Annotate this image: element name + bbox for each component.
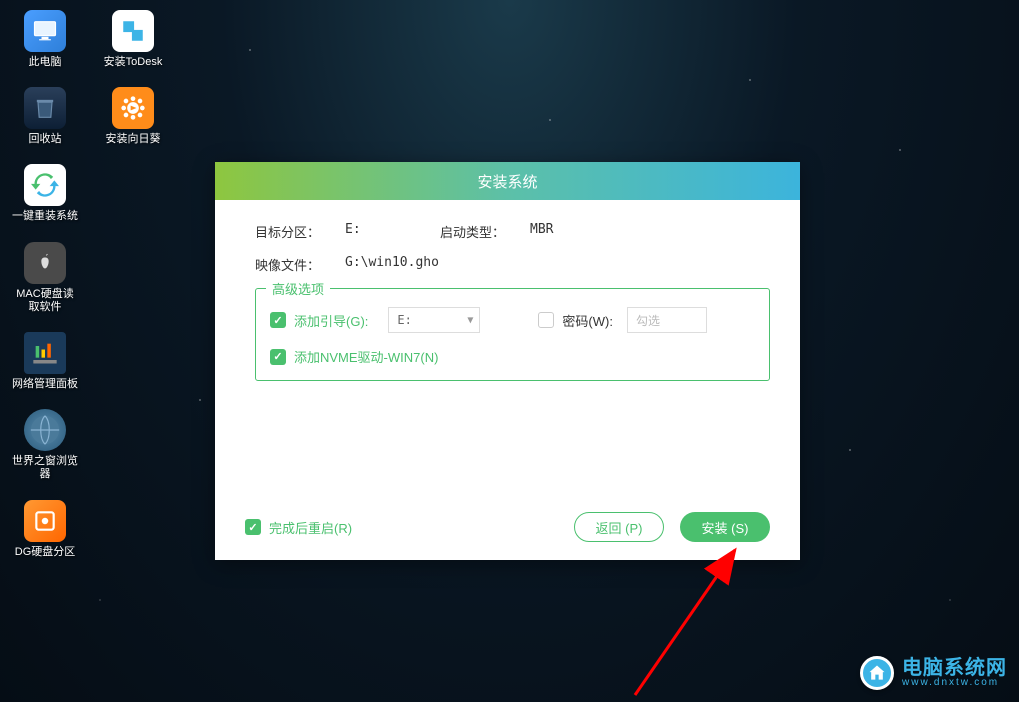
icon-label: 此电脑 bbox=[29, 56, 62, 69]
password-checkbox[interactable] bbox=[538, 312, 554, 328]
disk-icon bbox=[24, 500, 66, 542]
add-boot-checkbox[interactable]: ✓ bbox=[270, 312, 286, 328]
image-file-label: 映像文件： bbox=[255, 255, 345, 274]
desktop-icon-reinstall[interactable]: 一键重装系统 bbox=[10, 164, 80, 223]
desktop-icon-dg-partition[interactable]: DG硬盘分区 bbox=[10, 500, 80, 559]
dialog-body: 目标分区： E: 启动类型： MBR 映像文件： G:\win10.gho 高级… bbox=[215, 200, 800, 399]
desktop-icon-this-pc[interactable]: 此电脑 bbox=[10, 10, 80, 69]
select-value: E: bbox=[397, 313, 411, 327]
watermark-title: 电脑系统网 bbox=[902, 658, 1007, 678]
icon-label: 世界之窗浏览器 bbox=[12, 455, 78, 481]
todesk-icon bbox=[112, 10, 154, 52]
desktop-icon-todesk[interactable]: 安装ToDesk bbox=[98, 10, 168, 69]
apple-icon bbox=[24, 242, 66, 284]
image-file-value: G:\win10.gho bbox=[345, 255, 439, 274]
advanced-options-fieldset: 高级选项 ✓ 添加引导(G): E: ▼ 密码(W): 勾选 ✓ 添加NVME驱… bbox=[255, 288, 770, 381]
icon-label: DG硬盘分区 bbox=[15, 546, 76, 559]
monitor-icon bbox=[24, 10, 66, 52]
install-button[interactable]: 安装 (S) bbox=[680, 512, 770, 542]
nvme-checkbox[interactable]: ✓ bbox=[270, 349, 286, 365]
boot-type-value: MBR bbox=[530, 222, 553, 241]
desktop-icon-sunflower[interactable]: 安装向日葵 bbox=[98, 87, 168, 146]
reinstall-icon bbox=[24, 164, 66, 206]
password-placeholder: 勾选 bbox=[636, 312, 660, 329]
password-input[interactable]: 勾选 bbox=[627, 307, 707, 333]
desktop-icon-browser[interactable]: 世界之窗浏览器 bbox=[10, 409, 80, 481]
boot-drive-select[interactable]: E: ▼ bbox=[388, 307, 480, 333]
desktop-icon-network-panel[interactable]: 网络管理面板 bbox=[10, 332, 80, 391]
icon-label: 网络管理面板 bbox=[12, 378, 78, 391]
watermark: 电脑系统网 www.dnxtw.com bbox=[860, 656, 1007, 690]
sunflower-icon bbox=[112, 87, 154, 129]
desktop: 此电脑 回收站 一键重装系统 MAC硬盘读取软件 bbox=[10, 10, 168, 559]
icon-label: 回收站 bbox=[29, 133, 62, 146]
desktop-icon-mac-reader[interactable]: MAC硬盘读取软件 bbox=[10, 242, 80, 314]
dialog-footer: ✓ 完成后重启(R) 返回 (P) 安装 (S) bbox=[245, 512, 770, 542]
target-partition-label: 目标分区： bbox=[255, 222, 345, 241]
trash-icon bbox=[24, 87, 66, 129]
globe-icon bbox=[24, 409, 66, 451]
advanced-legend: 高级选项 bbox=[266, 279, 330, 298]
target-partition-value: E: bbox=[345, 222, 361, 241]
add-boot-label: 添加引导(G): bbox=[294, 311, 368, 330]
restart-checkbox[interactable]: ✓ bbox=[245, 519, 261, 535]
chevron-down-icon: ▼ bbox=[467, 315, 473, 326]
desktop-icon-recycle-bin[interactable]: 回收站 bbox=[10, 87, 80, 146]
house-icon bbox=[860, 656, 894, 690]
icon-label: MAC硬盘读取软件 bbox=[16, 288, 73, 314]
nvme-label: 添加NVME驱动-WIN7(N) bbox=[294, 347, 438, 366]
install-system-dialog: 安装系统 目标分区： E: 启动类型： MBR 映像文件： G:\win10.g… bbox=[215, 162, 800, 560]
password-label: 密码(W): bbox=[562, 311, 613, 330]
icon-label: 安装向日葵 bbox=[106, 133, 161, 146]
boot-type-label: 启动类型： bbox=[440, 222, 530, 241]
dialog-title: 安装系统 bbox=[215, 162, 800, 200]
restart-label: 完成后重启(R) bbox=[269, 518, 352, 537]
back-button[interactable]: 返回 (P) bbox=[574, 512, 664, 542]
icon-label: 安装ToDesk bbox=[104, 56, 163, 69]
icon-label: 一键重装系统 bbox=[12, 210, 78, 223]
watermark-url: www.dnxtw.com bbox=[902, 678, 1007, 688]
network-icon bbox=[24, 332, 66, 374]
annotation-arrow bbox=[605, 540, 785, 700]
